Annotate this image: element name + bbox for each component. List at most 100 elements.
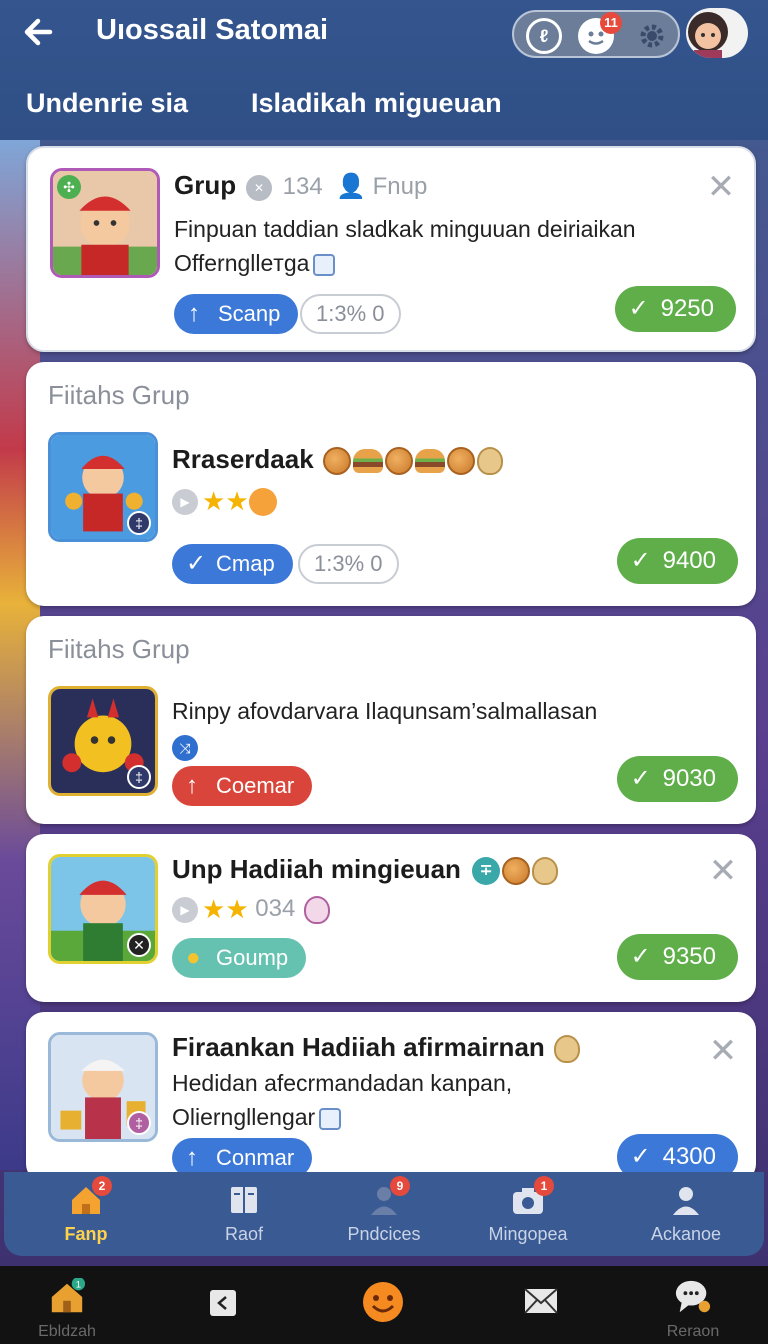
reward-card[interactable]: ‡ Firaankan Hadiiah afirmairnan Hedidan … (26, 1012, 756, 1182)
check-icon: ✓ (186, 550, 207, 577)
sys-chat[interactable]: Reraon (648, 1278, 738, 1341)
sys-smile[interactable] (338, 1280, 428, 1329)
bottom-nav: 2 Fanp Raof 9 Pndcices 1 Mingopea Ackano… (4, 1172, 764, 1256)
close-icon[interactable]: ✕ (706, 170, 736, 204)
desc-line-2: Offernglleтga (174, 250, 310, 276)
header-action-pill: ℓ 11 (512, 10, 680, 58)
progress-pill: 1:3% 0 (298, 544, 399, 584)
system-bar: 1 Ebldzah Reraon (0, 1266, 768, 1344)
nav-item-mingopea[interactable]: 1 Mingopea (458, 1176, 598, 1245)
meta-user: Fnup (372, 173, 428, 200)
person-icon: 9 (366, 1176, 410, 1218)
top-header: Uıossail Satomai ℓ 11 Undenrie sia Islad… (0, 0, 768, 140)
burger-icon (352, 449, 383, 474)
sys-badge: 1 (76, 1280, 81, 1291)
cmap-button[interactable]: ✓ Cmap (172, 544, 293, 584)
star-icon: ★ (225, 486, 249, 516)
star-icon: ★ (202, 894, 226, 924)
card-meta: ▶ ★★ 034 (172, 894, 331, 925)
nav-label: Pndcices (347, 1224, 421, 1244)
check-icon: ✓ (628, 295, 649, 322)
reward-button[interactable]: ✓ 9400 (616, 538, 738, 584)
teal-coin-icon: ∓ (472, 857, 501, 886)
goump-button[interactable]: ● Goump (172, 938, 307, 978)
home-icon: 2 (68, 1176, 112, 1218)
info-icon[interactable]: ℓ (526, 18, 562, 54)
title-text: Rinpy afovdarvara Ilaqunsam’salmallasan (172, 698, 598, 724)
nav-label: Mingopea (488, 1224, 568, 1244)
gift-icon (313, 253, 336, 276)
potion-icon (304, 895, 331, 924)
gear-icon[interactable] (634, 18, 670, 54)
card-description: Hedidan afecrmandadan kanpan, Oliernglle… (172, 1066, 512, 1134)
meta-count: 034 (255, 894, 296, 922)
sys-back[interactable] (178, 1288, 268, 1323)
money-bag-icon (554, 1035, 581, 1064)
button-label: Scanp (218, 301, 281, 326)
arrow-up-icon: ↑ (186, 772, 198, 799)
section-label: Fiitahs Grup (48, 380, 190, 410)
user-avatar[interactable] (686, 8, 748, 58)
sys-mail[interactable] (496, 1288, 586, 1319)
nav-item-raof[interactable]: Raof (174, 1182, 314, 1245)
coin-badge-icon: ‡ (127, 765, 151, 789)
coin-icon (322, 447, 351, 476)
reward-card[interactable]: Fiitahs Grup ‡ Rinpy afovdarvara Ilaquns… (26, 616, 756, 824)
back-arrow-button[interactable] (20, 12, 60, 52)
reward-button[interactable]: ✓ 9250 (614, 286, 736, 332)
button-label: Conmar (216, 1145, 295, 1170)
nav-badge: 2 (92, 1176, 112, 1196)
title-text: Firaankan Hadiiah afirmairnan (172, 1032, 545, 1062)
nav-item-ackanoe[interactable]: Ackanoe (616, 1182, 756, 1245)
desc-line-1: Hedidan afecrmandadan kanpan, (172, 1070, 513, 1096)
card-title: Rinpy afovdarvara Ilaqunsam’salmallasan … (172, 694, 597, 762)
nav-item-pndcices[interactable]: 9 Pndcices (314, 1176, 454, 1245)
reward-value: 9250 (660, 295, 714, 322)
sys-label: Reraon (666, 1323, 720, 1340)
card-title: Unp Hadiiah mingieuan ∓ (172, 854, 559, 886)
section-label: Fiitahs Grup (48, 634, 190, 664)
card-meta: ✕ 134 👤 Fnup (246, 172, 427, 201)
clock-icon: ✕ (246, 174, 272, 201)
burger-icon (414, 449, 445, 474)
book-icon (226, 1182, 262, 1218)
coin-icon (502, 857, 531, 886)
tool-badge-icon: ✕ (127, 933, 151, 957)
user-icon: 👤 (336, 173, 366, 200)
card-thumbnail: ✣ (50, 168, 160, 278)
back-icon (210, 1290, 236, 1316)
arrow-up-icon: ↑ (188, 300, 200, 327)
reward-button[interactable]: ✓ 9030 (616, 756, 738, 802)
coemar-button[interactable]: ↑ Coemar (172, 766, 313, 806)
title-text: Unp Hadiiah mingieuan (172, 854, 461, 884)
sys-home[interactable]: 1 Ebldzah (22, 1277, 112, 1341)
check-icon: ✓ (630, 547, 651, 574)
reward-value: 9350 (662, 943, 716, 970)
tab-undenrie[interactable]: Undenrie sia (26, 88, 188, 119)
reward-card[interactable]: Fiitahs Grup ‡ Rraserdaak ▶ ★★ ✓ Cmap 1:3… (26, 362, 756, 606)
money-bag-icon (532, 857, 559, 886)
back-arrow-icon (24, 18, 53, 46)
reward-card[interactable]: ✕ Unp Hadiiah mingieuan ∓ ▶ ★★ 034 ● Goum… (26, 834, 756, 1002)
tab-isladikah[interactable]: Isladikah migueuan (251, 88, 502, 119)
check-icon: ✓ (630, 943, 651, 970)
card-thumbnail: ‡ (48, 686, 158, 796)
card-title: Rraserdaak (172, 444, 503, 476)
money-bag-icon (476, 447, 503, 476)
gift-icon (319, 1107, 342, 1130)
card-title: Firaankan Hadiiah afirmairnan (172, 1032, 581, 1064)
reward-button[interactable]: ✓ 9350 (616, 934, 738, 980)
home-icon: 1 (51, 1277, 86, 1313)
reward-value: 4300 (662, 1143, 716, 1170)
chat-icon (675, 1280, 711, 1313)
notification-badge: 11 (600, 12, 622, 34)
button-label: Goump (216, 945, 289, 970)
desc-line-2: Olierngllengar (172, 1104, 316, 1130)
sys-label: Ebldzah (38, 1323, 96, 1340)
button-label: Cmap (216, 551, 275, 576)
scanp-button[interactable]: ↑ Scanp (174, 294, 299, 334)
close-icon[interactable]: ✕ (708, 854, 738, 888)
close-icon[interactable]: ✕ (708, 1034, 738, 1068)
reward-card[interactable]: ✣ Grup ✕ 134 👤 Fnup Finpuan taddian slad… (26, 146, 756, 352)
nav-item-fanp[interactable]: 2 Fanp (16, 1176, 156, 1245)
